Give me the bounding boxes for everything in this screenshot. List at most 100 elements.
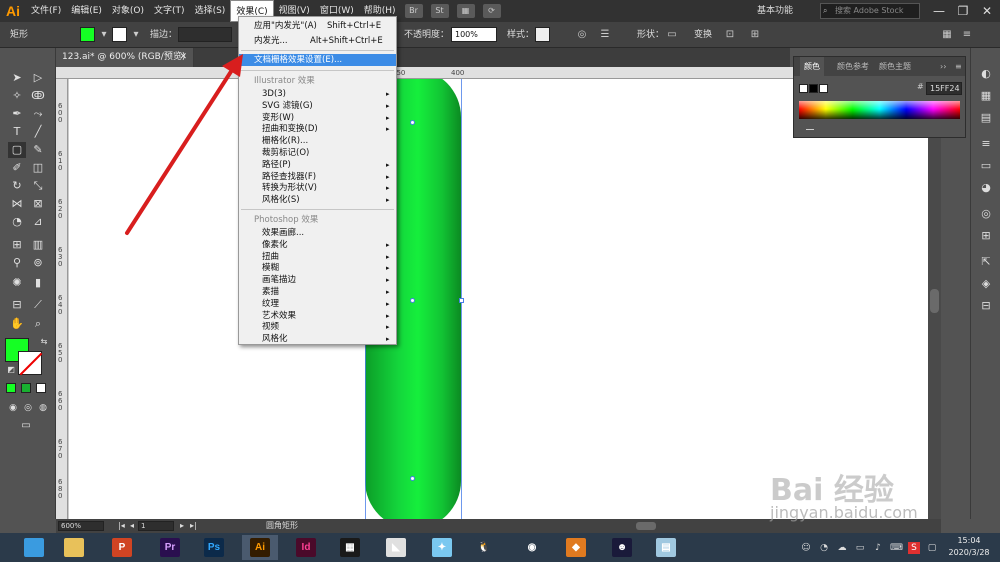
taskbar-indesign[interactable]: Id [288, 535, 324, 560]
selection-tool-icon[interactable]: ➤ [8, 70, 26, 86]
photoshop-effect-item[interactable]: 像素化 ▸ [239, 239, 396, 251]
color-spectrum[interactable] [799, 101, 960, 119]
taskbar-premiere[interactable]: Pr [152, 535, 188, 560]
last-page-icon[interactable]: ▸| [190, 519, 197, 533]
free-transform-icon[interactable]: ⊠ [29, 196, 47, 212]
photoshop-effect-item[interactable]: 模糊 ▸ [239, 262, 396, 274]
rectangle-icon[interactable]: ▭ [665, 28, 679, 42]
stroke-color-box[interactable] [18, 351, 42, 375]
menu-object[interactable]: 对象(O) [107, 0, 149, 22]
stroke-color-swatch[interactable] [112, 27, 127, 42]
stroke-weight-field[interactable] [178, 27, 232, 42]
illustrator-effect-item[interactable]: 扭曲和变换(D) ▸ [239, 123, 396, 135]
prev-page-icon[interactable]: ◂ [130, 519, 134, 533]
first-page-icon[interactable]: |◂ [118, 519, 125, 533]
qq-tray-icon[interactable]: ◔ [818, 542, 830, 554]
none-mode-icon[interactable] [36, 383, 46, 393]
cloud-tray-icon[interactable]: ☁ [836, 542, 848, 554]
taskbar-notes-app[interactable]: ▤ [648, 535, 684, 560]
panel-menu-icon[interactable]: ≡ [955, 57, 962, 76]
taskbar-file-explorer[interactable] [56, 535, 92, 560]
fill-color-swatch[interactable] [80, 27, 95, 42]
sync-icon[interactable]: ⟳ [482, 4, 501, 18]
notifications-icon[interactable]: ▢ [926, 542, 938, 554]
menu-type[interactable]: 文字(T) [149, 0, 190, 22]
blend-tool-icon[interactable]: ⊚ [29, 255, 47, 271]
mesh-tool-icon[interactable]: ⊞ [8, 237, 26, 253]
photoshop-effect-item[interactable]: 扭曲 ▸ [239, 251, 396, 263]
vertical-scrollbar[interactable] [928, 79, 941, 519]
corner-widget-top[interactable] [410, 120, 415, 125]
symbol-sprayer-icon[interactable]: ✺ [8, 275, 26, 291]
white-color-icon[interactable] [819, 84, 828, 93]
style-swatch[interactable] [535, 27, 550, 42]
illustrator-effect-item[interactable]: 风格化(S) ▸ [239, 194, 396, 206]
slice-tool-icon[interactable]: ⟋ [29, 297, 47, 313]
taskbar-chrome[interactable]: ◉ [514, 535, 550, 560]
taskbar-photoshop[interactable]: Ps [196, 535, 232, 560]
artboard-tool-icon[interactable]: ⊟ [8, 297, 26, 313]
isolate-icon[interactable]: ⊡ [723, 28, 737, 42]
photoshop-effect-item[interactable]: 效果画廊... [239, 227, 396, 239]
keyboard-icon[interactable]: ⌨ [890, 542, 903, 554]
rounded-rectangle-tool-icon[interactable]: ▢ [8, 142, 26, 158]
minimize-button[interactable]: — [928, 0, 950, 22]
pen-tool-icon[interactable]: ✒ [8, 106, 26, 122]
direct-selection-tool-icon[interactable]: ▷ [29, 70, 47, 86]
hex-color-field[interactable]: 15FF24 [926, 82, 962, 95]
eyedropper-icon[interactable]: ⚲ [8, 255, 26, 271]
lasso-icon[interactable]: ↂ [29, 88, 47, 104]
arrange-icon[interactable]: ▦ [940, 28, 954, 42]
arrange-documents-icon[interactable]: ▦ [456, 4, 475, 18]
graphic-styles-icon[interactable]: ⊞ [978, 228, 994, 244]
tab-color-themes[interactable]: 颜色主题 [879, 57, 911, 76]
black-color-icon[interactable] [809, 84, 818, 93]
illustrator-effect-item[interactable]: 路径(P) ▸ [239, 159, 396, 171]
align-icon[interactable]: ☰ [598, 28, 612, 42]
artboard-canvas[interactable] [68, 79, 928, 519]
color-mode-icon[interactable] [6, 383, 16, 393]
artboards-icon[interactable]: ⊟ [978, 298, 994, 314]
swap-colors-icon[interactable]: ⇆ [35, 334, 53, 350]
network-icon[interactable]: ▭ [854, 542, 866, 554]
illustrator-effect-item[interactable]: SVG 滤镜(G) ▸ [239, 100, 396, 112]
color-panel-icon[interactable]: ◐ [978, 66, 994, 82]
line-tool-icon[interactable]: ╱ [29, 124, 47, 140]
illustrator-effect-item[interactable]: 变形(W) ▸ [239, 112, 396, 124]
none-color-icon[interactable] [799, 84, 808, 93]
swatches-icon[interactable]: ▤ [978, 110, 994, 126]
color-guide-icon[interactable]: ▦ [978, 88, 994, 104]
taskbar-windows-browser[interactable] [16, 535, 52, 560]
transparency-icon[interactable]: ◕ [978, 180, 994, 196]
column-graph-icon[interactable]: ▮ [29, 275, 47, 291]
default-colors-icon[interactable]: ◩ [2, 362, 20, 378]
curvature-tool-icon[interactable]: ⤳ [29, 106, 47, 122]
gradient-tool-icon[interactable]: ▥ [29, 237, 47, 253]
bounding-box-handle[interactable] [459, 298, 464, 303]
chevron-down-icon[interactable]: ▾ [97, 28, 111, 42]
illustrator-effect-item[interactable]: 裁剪标记(O) [239, 147, 396, 159]
tab-color[interactable]: 颜色 [800, 57, 824, 76]
opacity-field[interactable]: 100% [451, 27, 497, 42]
illustrator-effect-item[interactable]: 栅格化(R)... [239, 135, 396, 147]
photoshop-effect-item[interactable]: 视频 ▸ [239, 321, 396, 333]
taskbar-avatar-app[interactable]: ☻ [604, 535, 640, 560]
align-center-icon[interactable]: ⊞ [748, 28, 762, 42]
taskbar-fox-app[interactable]: ◆ [558, 535, 594, 560]
illustrator-effect-item[interactable]: 转换为形状(V) ▸ [239, 182, 396, 194]
panel-resize-handle[interactable] [806, 129, 814, 130]
menu-item-apply-inner-glow[interactable]: 应用"内发光"(A) Shift+Ctrl+E [239, 20, 396, 32]
taskbar-illustrator[interactable]: Ai [242, 535, 278, 560]
restore-button[interactable]: ❐ [952, 0, 974, 22]
taskbar-powerpoint[interactable]: P [104, 535, 140, 560]
chevron-down-icon[interactable]: ▾ [129, 28, 143, 42]
layers-icon[interactable]: ◈ [978, 276, 994, 292]
bridge-icon[interactable]: Br [404, 4, 423, 18]
taskbar-qq[interactable]: 🐧 [466, 535, 502, 560]
system-clock[interactable]: 15:04 2020/3/28 [940, 535, 998, 561]
photoshop-effect-item[interactable]: 艺术效果 ▸ [239, 310, 396, 322]
volume-icon[interactable]: ♪ [872, 542, 884, 554]
shaper-tool-icon[interactable]: ✐ [8, 160, 26, 176]
stock-icon[interactable]: St [430, 4, 449, 18]
zoom-tool-icon[interactable]: ⌕ [29, 316, 47, 332]
